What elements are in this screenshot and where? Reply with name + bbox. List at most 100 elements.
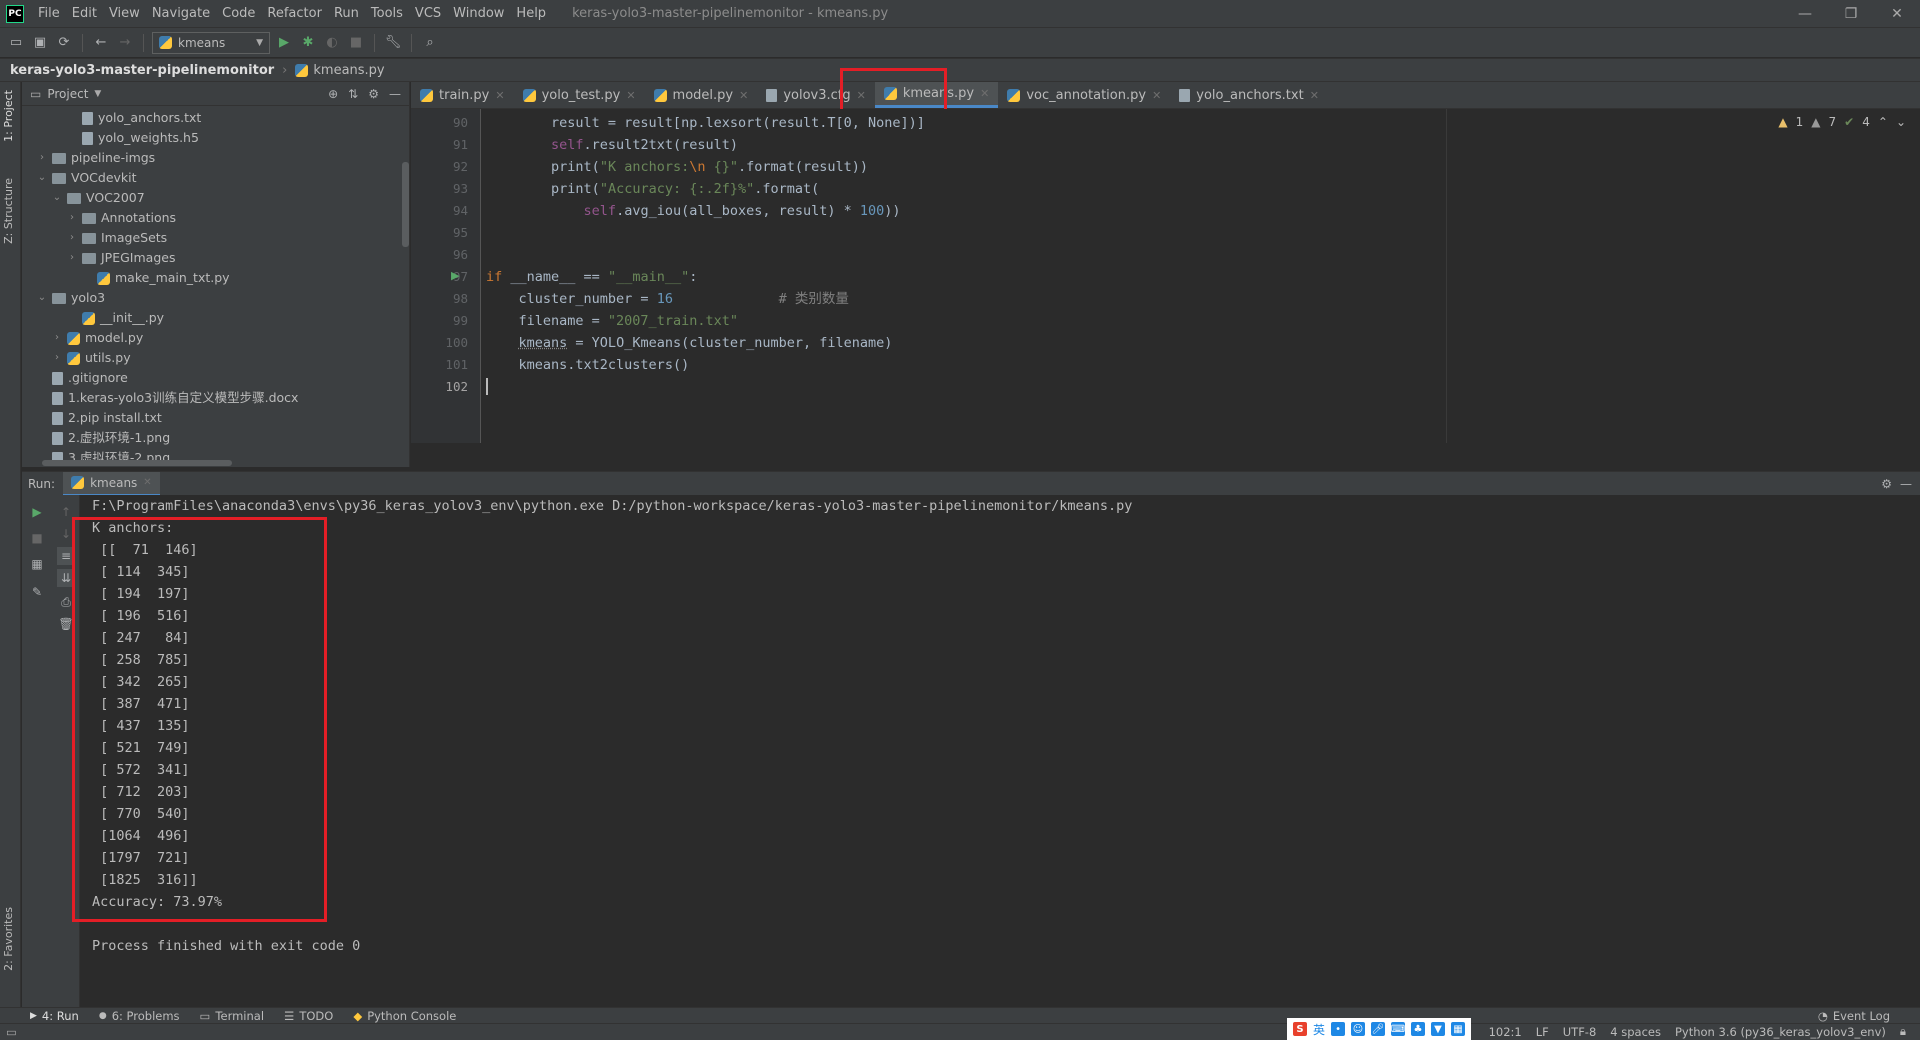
tree-folder[interactable]: ⌄ VOCdevkit xyxy=(37,168,137,188)
layout-icon[interactable]: ▦ xyxy=(28,555,46,573)
chevron-right-icon[interactable]: › xyxy=(67,248,77,268)
menu-vcs[interactable]: VCS xyxy=(409,0,447,27)
indent-setting[interactable]: 4 spaces xyxy=(1610,1025,1661,1039)
forward-arrow-icon[interactable]: → xyxy=(115,33,135,53)
code-editor[interactable]: 90 91 92 93 94 95 96 97 98 99 100 101 102 ▲ 1 ▲ 7 ✔ 4 ⌃… xyxy=(411,109,1920,443)
rerun-icon[interactable]: ▶ xyxy=(28,503,46,521)
tree-file[interactable]: __init__.py xyxy=(67,308,164,328)
sogou-logo-icon[interactable]: S xyxy=(1293,1022,1307,1036)
tree-folder[interactable]: › Annotations xyxy=(67,208,176,228)
tool-todo[interactable]: ☰ TODO xyxy=(284,1009,333,1023)
tool-problems[interactable]: ● 6: Problems xyxy=(99,1009,180,1023)
tree-folder[interactable]: › JPEGImages xyxy=(67,248,175,268)
chevron-right-icon[interactable]: › xyxy=(67,228,77,248)
python-interpreter[interactable]: Python 3.6 (py36_keras_yolov3_env) xyxy=(1675,1025,1886,1039)
chevron-down-icon[interactable]: ⌄ xyxy=(37,288,47,308)
stop-icon[interactable]: ■ xyxy=(346,33,366,53)
tree-file[interactable]: yolo_weights.h5 xyxy=(67,128,199,148)
hide-icon[interactable]: — xyxy=(389,87,401,101)
editor-tab[interactable]: yolo_anchors.txt ✕ xyxy=(1170,82,1328,108)
gear-icon[interactable]: ⚙ xyxy=(368,87,379,101)
run-tab-kmeans[interactable]: kmeans ✕ xyxy=(63,471,160,496)
tool-python-console[interactable]: ◆ Python Console xyxy=(353,1009,456,1023)
keyboard-icon[interactable]: ⌨ xyxy=(1391,1022,1405,1036)
chevron-right-icon[interactable]: › xyxy=(52,328,62,348)
chevron-up-icon[interactable]: ⌃ xyxy=(1878,115,1888,129)
locate-icon[interactable]: ⊕ xyxy=(328,87,338,101)
open-folder-icon[interactable]: ▭ xyxy=(6,33,26,53)
line-separator[interactable]: LF xyxy=(1536,1025,1549,1039)
chevron-down-icon[interactable]: ⌄ xyxy=(52,188,62,208)
structure-tool-button[interactable]: Z: Structure xyxy=(2,178,15,244)
close-icon[interactable]: ✕ xyxy=(495,89,504,102)
chevron-down-icon[interactable]: ▼ xyxy=(94,89,101,99)
favorites-tool-button[interactable]: 2: Favorites xyxy=(2,907,15,971)
coverage-icon[interactable]: ◐ xyxy=(322,33,342,53)
back-arrow-icon[interactable]: ← xyxy=(91,33,111,53)
close-window-button[interactable]: ✕ xyxy=(1874,0,1920,27)
editor-tab[interactable]: model.py ✕ xyxy=(645,82,758,108)
search-icon[interactable]: ⌕ xyxy=(420,33,440,53)
chevron-right-icon[interactable]: › xyxy=(37,148,47,168)
chevron-right-icon[interactable]: › xyxy=(67,208,77,228)
hide-icon[interactable]: — xyxy=(1900,477,1912,491)
debug-icon[interactable]: ✱ xyxy=(298,33,318,53)
chevron-right-icon[interactable]: › xyxy=(52,348,62,368)
close-icon[interactable]: ✕ xyxy=(739,89,748,102)
run-console[interactable]: F:\ProgramFiles\anaconda3\envs\py36_kera… xyxy=(80,495,1920,1007)
restore-button[interactable]: ❐ xyxy=(1828,0,1874,27)
menu-refactor[interactable]: Refactor xyxy=(261,0,328,27)
tree-folder[interactable]: ⌄ VOC2007 xyxy=(52,188,145,208)
tree-folder[interactable]: › pipeline-imgs xyxy=(37,148,155,168)
tree-scrollbar[interactable] xyxy=(402,162,409,247)
project-panel-title[interactable]: Project xyxy=(47,87,88,101)
menu-help[interactable]: Help xyxy=(510,0,552,27)
breadcrumb-file[interactable]: kmeans.py xyxy=(313,63,384,78)
tool-event-log[interactable]: ◔ Event Log xyxy=(1818,1009,1890,1023)
tree-file[interactable]: 1.keras-yolo3训练自定义模型步骤.docx xyxy=(37,388,298,408)
editor-tab[interactable]: train.py ✕ xyxy=(411,82,514,108)
menu-view[interactable]: View xyxy=(103,0,146,27)
soft-wrap-icon[interactable]: ≡ xyxy=(57,547,75,565)
shirt-icon[interactable]: ▼ xyxy=(1431,1022,1446,1036)
run-configuration-select[interactable]: kmeans ▼ xyxy=(152,31,270,54)
menu-tools[interactable]: Tools xyxy=(365,0,409,27)
close-icon[interactable]: ✕ xyxy=(626,89,635,102)
tree-file[interactable]: 2.pip install.txt xyxy=(37,408,162,428)
menu-window[interactable]: Window xyxy=(447,0,510,27)
file-encoding[interactable]: UTF-8 xyxy=(1563,1025,1597,1039)
close-icon[interactable]: ✕ xyxy=(1152,89,1161,102)
close-icon[interactable]: ✕ xyxy=(857,89,866,102)
tree-file[interactable]: 2.虚拟环境-1.png xyxy=(37,428,170,448)
tree-file[interactable]: make_main_txt.py xyxy=(82,268,230,288)
menu-run[interactable]: Run xyxy=(328,0,365,27)
tree-file[interactable]: yolo_anchors.txt xyxy=(67,108,201,128)
run-icon[interactable]: ▶ xyxy=(274,33,294,53)
scroll-to-end-icon[interactable]: ⇊ xyxy=(57,569,75,587)
collapse-all-icon[interactable]: ⇅ xyxy=(348,87,358,101)
tree-file[interactable]: › utils.py xyxy=(52,348,131,368)
menu-code[interactable]: Code xyxy=(216,0,261,27)
layout-toggle-icon[interactable]: ▭ xyxy=(6,1025,17,1039)
tool-terminal[interactable]: ▭ Terminal xyxy=(200,1009,264,1023)
microphone-icon[interactable]: 🎤︎ xyxy=(1371,1022,1386,1036)
menu-navigate[interactable]: Navigate xyxy=(146,0,216,27)
gear-icon[interactable]: ⚙ xyxy=(1881,477,1892,491)
down-arrow-icon[interactable]: ↓ xyxy=(57,525,75,543)
tree-horizontal-scrollbar[interactable] xyxy=(42,460,232,466)
menu-file[interactable]: File xyxy=(32,0,66,27)
editor-scrollbar[interactable] xyxy=(1906,109,1920,443)
grid-icon[interactable]: ▦ xyxy=(1451,1022,1466,1036)
tree-folder[interactable]: › ImageSets xyxy=(67,228,167,248)
stop-icon[interactable]: ■ xyxy=(28,529,46,547)
ime-language[interactable]: 英 xyxy=(1313,1021,1325,1038)
menu-edit[interactable]: Edit xyxy=(66,0,103,27)
editor-tab[interactable]: voc_annotation.py ✕ xyxy=(998,82,1170,108)
run-gutter-icon[interactable]: ▶ xyxy=(451,269,459,282)
skin-icon[interactable]: ♣ xyxy=(1411,1022,1426,1036)
emoji-icon[interactable]: ☺ xyxy=(1351,1022,1366,1036)
up-arrow-icon[interactable]: ↑ xyxy=(57,503,75,521)
close-icon[interactable]: ✕ xyxy=(143,477,151,488)
tree-folder[interactable]: ⌄ yolo3 xyxy=(37,288,105,308)
chevron-down-icon[interactable]: ⌄ xyxy=(37,168,47,188)
